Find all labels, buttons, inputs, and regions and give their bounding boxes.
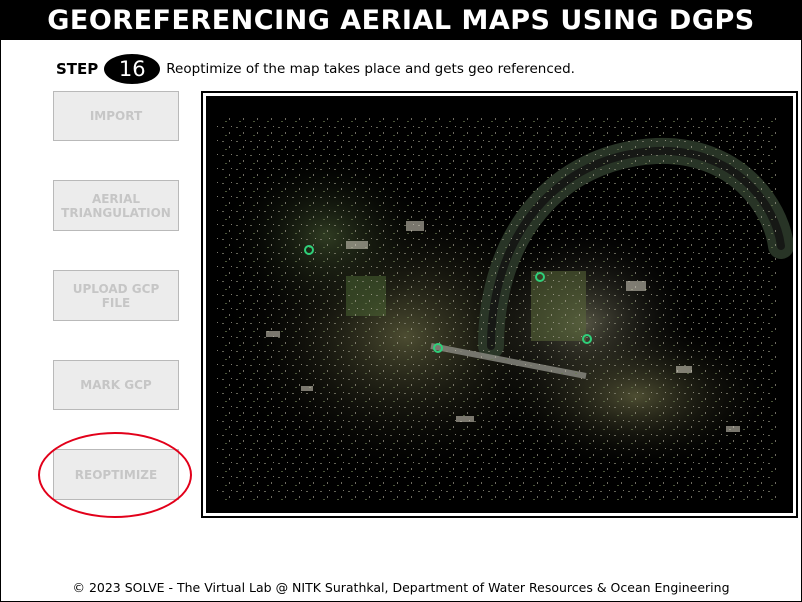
aerial-map-canvas[interactable] bbox=[206, 96, 793, 513]
reoptimize-button[interactable]: REOPTIMIZE bbox=[53, 449, 179, 500]
upload-gcp-file-button[interactable]: UPLOAD GCP FILE bbox=[53, 270, 179, 321]
import-button[interactable]: IMPORT bbox=[53, 91, 179, 141]
footer-copyright: © 2023 SOLVE - The Virtual Lab @ NITK Su… bbox=[72, 580, 730, 595]
step-indicator: STEP 16 Reoptimize of the map takes plac… bbox=[56, 54, 575, 84]
map-viewer bbox=[201, 91, 798, 518]
mark-gcp-button[interactable]: MARK GCP bbox=[53, 360, 179, 410]
step-description: Reoptimize of the map takes place and ge… bbox=[166, 61, 575, 77]
header-bar: GEOREFERENCING AERIAL MAPS USING DGPS bbox=[0, 0, 802, 40]
aerial-map-image bbox=[206, 96, 793, 513]
step-number-badge: 16 bbox=[104, 54, 161, 84]
page-title: GEOREFERENCING AERIAL MAPS USING DGPS bbox=[47, 4, 755, 36]
aerial-triangulation-button[interactable]: AERIAL TRIANGULATION bbox=[53, 180, 179, 231]
step-label: STEP bbox=[56, 60, 99, 78]
